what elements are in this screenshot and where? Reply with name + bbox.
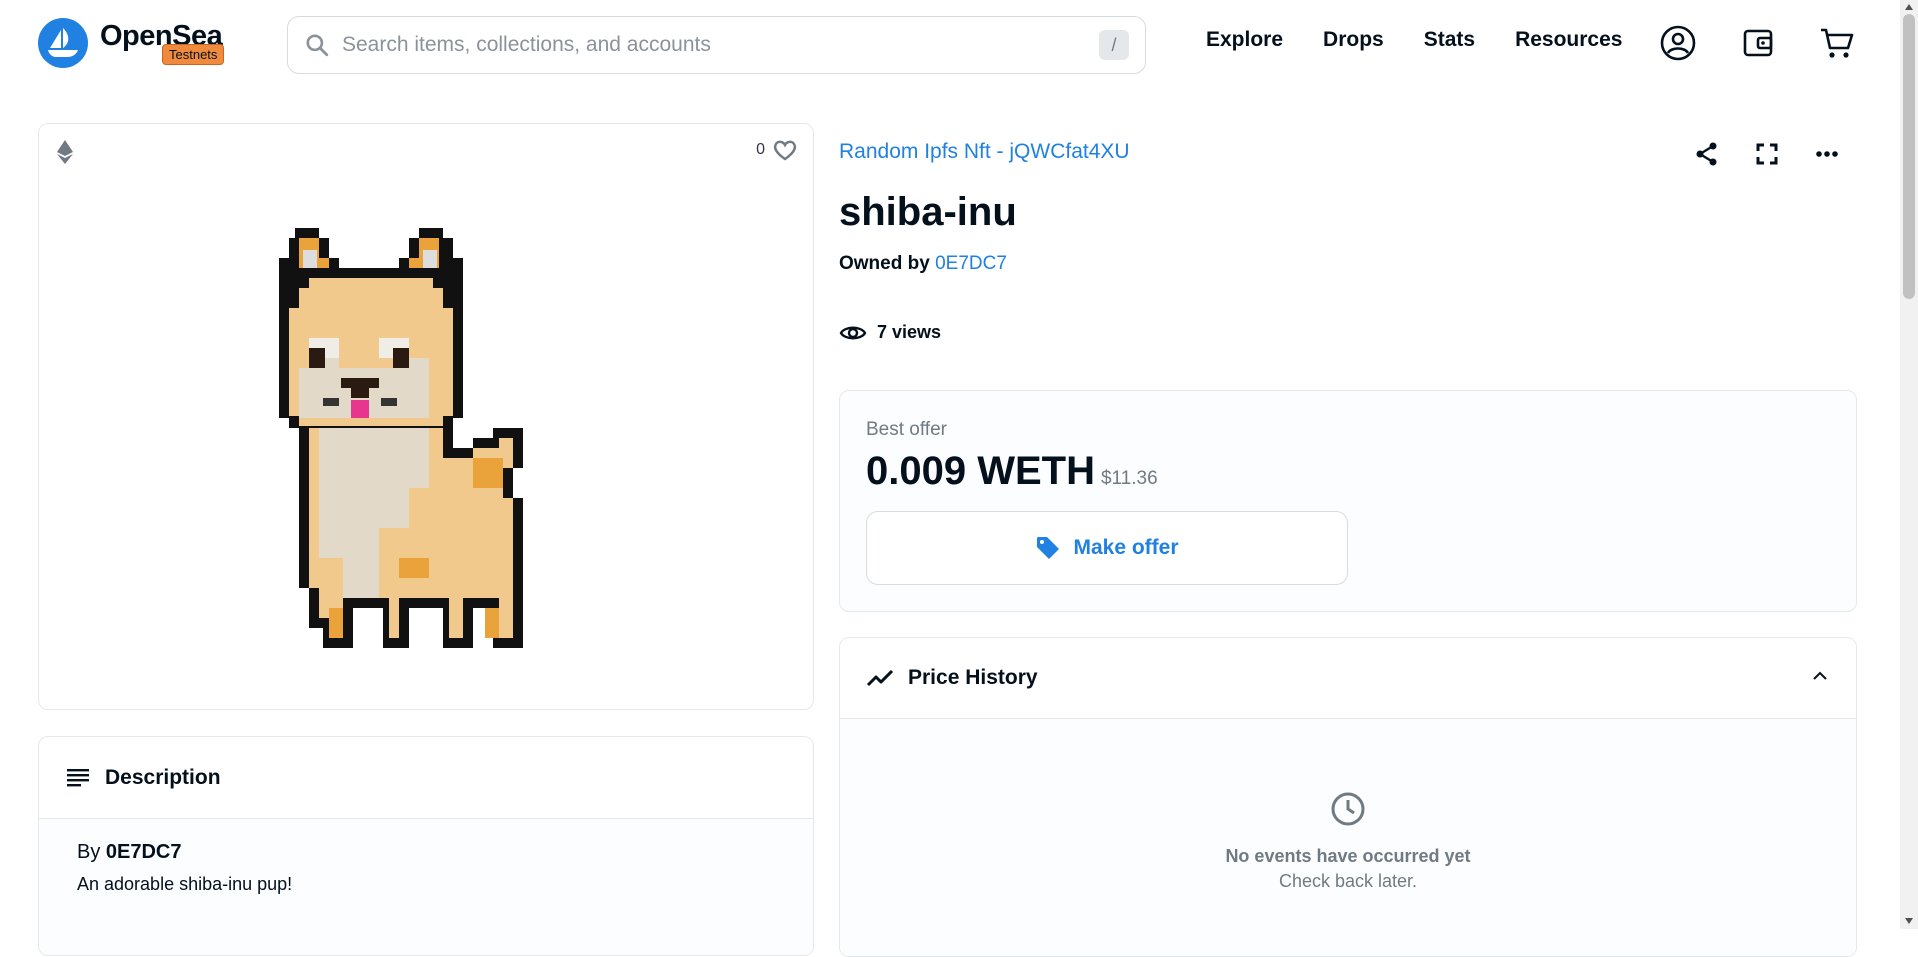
scroll-down-arrow[interactable] bbox=[1905, 918, 1913, 924]
nav-stats[interactable]: Stats bbox=[1424, 28, 1475, 52]
testnets-badge: Testnets bbox=[162, 44, 225, 65]
main-nav: Explore Drops Stats Resources bbox=[1206, 28, 1662, 52]
offer-usd: $11.36 bbox=[1100, 468, 1158, 489]
description-title: Description bbox=[105, 765, 221, 789]
check-later-text: Check back later. bbox=[1278, 871, 1418, 891]
price-history-card: Price History No events have occurred ye… bbox=[839, 637, 1857, 957]
nav-explore[interactable]: Explore bbox=[1206, 28, 1283, 52]
favorite-count: 0 bbox=[756, 141, 765, 158]
price-history-title: Price History bbox=[908, 666, 1038, 689]
wallet-icon[interactable] bbox=[1740, 24, 1778, 62]
cart-icon[interactable] bbox=[1818, 24, 1856, 62]
favorite-control[interactable]: 0 bbox=[756, 139, 797, 161]
nft-title: shiba-inu bbox=[839, 190, 1017, 234]
best-offer-card: Best offer 0.009 WETH $11.36 Make offer bbox=[839, 390, 1857, 612]
lines-icon bbox=[67, 768, 89, 786]
description-body: By 0E7DC7 An adorable shiba-inu pup! bbox=[39, 819, 813, 955]
nft-image[interactable] bbox=[259, 228, 573, 648]
search-input[interactable] bbox=[340, 32, 1099, 58]
views-label: 7 views bbox=[877, 322, 942, 342]
owner-line: Owned by 0E7DC7 bbox=[839, 253, 1007, 275]
offer-amount: 0.009 WETH bbox=[866, 449, 1095, 493]
scroll-thumb[interactable] bbox=[1903, 14, 1915, 299]
make-offer-button[interactable]: Make offer bbox=[866, 511, 1348, 585]
chevron-up-icon[interactable] bbox=[1810, 666, 1830, 686]
clock-icon bbox=[1331, 792, 1365, 826]
eye-icon bbox=[839, 326, 867, 339]
price-history-header[interactable]: Price History bbox=[840, 638, 1856, 719]
description-card: Description By 0E7DC7 An adorable shiba-… bbox=[38, 736, 814, 956]
best-offer-label: Best offer bbox=[866, 419, 947, 440]
owned-by-label: Owned by bbox=[839, 253, 930, 274]
creator-label: By bbox=[77, 841, 101, 863]
more-icon[interactable] bbox=[1812, 139, 1842, 169]
creator-line: By 0E7DC7 bbox=[77, 841, 775, 864]
share-icon[interactable] bbox=[1692, 139, 1722, 169]
heart-icon bbox=[773, 140, 797, 161]
fullscreen-icon[interactable] bbox=[1752, 139, 1782, 169]
page-scrollbar[interactable] bbox=[1900, 0, 1918, 929]
creator-name[interactable]: 0E7DC7 bbox=[106, 841, 182, 863]
ethereum-icon bbox=[57, 140, 73, 164]
nav-drops[interactable]: Drops bbox=[1323, 28, 1384, 52]
price-history-empty: No events have occurred yet Check back l… bbox=[840, 719, 1856, 956]
search-bar[interactable]: / bbox=[287, 16, 1146, 74]
make-offer-label: Make offer bbox=[1073, 536, 1179, 559]
search-icon bbox=[306, 34, 329, 57]
search-shortcut-key: / bbox=[1099, 30, 1129, 60]
account-icon[interactable] bbox=[1659, 24, 1697, 62]
description-text: An adorable shiba-inu pup! bbox=[77, 874, 293, 894]
nft-media-card: 0 bbox=[38, 123, 814, 710]
scroll-up-arrow[interactable] bbox=[1905, 4, 1913, 10]
description-header[interactable]: Description bbox=[39, 737, 813, 819]
tag-icon bbox=[1037, 537, 1060, 559]
trend-icon bbox=[866, 669, 894, 687]
collection-link[interactable]: Random Ipfs Nft - jQWCfat4XU bbox=[839, 140, 1130, 164]
best-offer-value: 0.009 WETH $11.36 bbox=[866, 449, 1158, 494]
opensea-boat-icon bbox=[38, 18, 88, 68]
no-events-text: No events have occurred yet bbox=[1225, 846, 1471, 866]
views-count: 7 views bbox=[839, 322, 941, 343]
nav-resources[interactable]: Resources bbox=[1515, 28, 1622, 52]
owner-link[interactable]: 0E7DC7 bbox=[935, 253, 1007, 274]
top-header: OpenSea Testnets / Explore Drops Stats R… bbox=[0, 0, 1900, 88]
